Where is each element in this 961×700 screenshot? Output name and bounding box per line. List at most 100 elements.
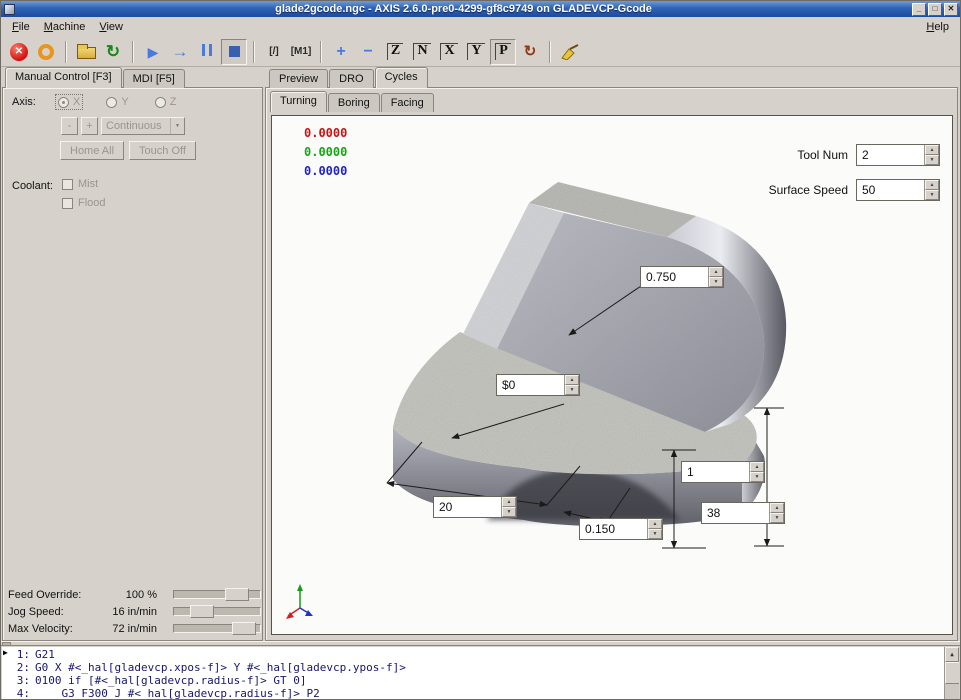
axis-y-radio[interactable]: Y [104, 95, 130, 109]
spin-down-button[interactable]: ▼ [648, 529, 662, 539]
estop-button[interactable]: ✕ [6, 39, 32, 65]
tab-manual-control[interactable]: Manual Control [F3] [5, 67, 122, 88]
gcode-line[interactable]: 4: G3 F300 J #<_hal[gladevcp.radius-f]> … [2, 687, 959, 699]
zoom-in-button[interactable]: + [328, 39, 354, 65]
gcode-line[interactable]: 1: G21 [2, 648, 959, 661]
spin-down-button[interactable]: ▼ [709, 277, 723, 287]
slider-trough[interactable] [173, 607, 261, 616]
spin-up-button[interactable]: ▲ [925, 145, 939, 155]
minimize-button[interactable]: _ [912, 2, 926, 16]
splitter-grip[interactable] [2, 642, 11, 646]
slider-handle[interactable] [225, 588, 249, 601]
machine-power-button[interactable] [33, 39, 59, 65]
spin-value[interactable]: $0 [497, 375, 564, 395]
tab-mdi[interactable]: MDI [F5] [122, 69, 185, 88]
tool-num-label: Tool Num [797, 148, 848, 162]
cycle-spinbox-depth[interactable]: 0.750 ▲ ▼ [640, 266, 724, 288]
spin-down-button[interactable]: ▼ [770, 513, 784, 523]
cycle-spinbox-feed[interactable]: 0.150 ▲ ▼ [579, 518, 663, 540]
view-z-button[interactable]: Z [382, 39, 408, 65]
gcode-line[interactable]: 2: G0 X #<_hal[gladevcp.xpos-f]> Y #<_hal… [2, 661, 959, 674]
maximize-button[interactable]: □ [928, 2, 942, 16]
jog-plus-button[interactable]: + [81, 117, 98, 135]
open-file-button[interactable] [73, 39, 99, 65]
rotate-icon: ↻ [523, 43, 537, 60]
slider-handle[interactable] [190, 605, 214, 618]
tab-cycles[interactable]: Cycles [374, 67, 428, 88]
toolbar-separator [320, 40, 322, 63]
stop-button[interactable] [221, 38, 247, 65]
cycle-spinbox-diameter[interactable]: 38 ▲ ▼ [701, 502, 785, 524]
spin-value[interactable]: 0.150 [580, 519, 647, 539]
spin-up-button[interactable]: ▲ [770, 503, 784, 513]
gcode-scrollbar[interactable]: ▲ [944, 647, 959, 699]
spin-value[interactable]: 20 [434, 497, 501, 517]
horizontal-splitter[interactable] [1, 641, 960, 646]
zoom-out-button[interactable]: − [355, 39, 381, 65]
tab-dro[interactable]: DRO [329, 69, 374, 88]
spin-up-button[interactable]: ▲ [925, 180, 939, 190]
spin-up-button[interactable]: ▲ [648, 519, 662, 529]
menu-view[interactable]: View [92, 18, 130, 36]
estop-icon: ✕ [10, 42, 28, 61]
spin-down-button[interactable]: ▼ [502, 507, 516, 517]
zoom-in-icon: + [336, 42, 346, 60]
scroll-up-button[interactable]: ▲ [945, 647, 959, 662]
jog-minus-button[interactable]: - [61, 117, 78, 135]
spin-down-button[interactable]: ▼ [750, 472, 764, 482]
spin-value[interactable]: 38 [702, 503, 769, 523]
touch-off-button[interactable]: Touch Off [129, 141, 196, 160]
menu-help[interactable]: Help [919, 18, 956, 36]
tab-preview[interactable]: Preview [269, 69, 329, 88]
spin-up-button[interactable]: ▲ [750, 462, 764, 472]
tab-turning[interactable]: Turning [270, 91, 327, 112]
tab-facing[interactable]: Facing [380, 93, 434, 112]
spin-up-button[interactable]: ▲ [709, 267, 723, 277]
scrollbar-thumb[interactable] [945, 662, 959, 684]
view-perspective-button[interactable]: P [490, 38, 516, 65]
step-button[interactable]: → [167, 39, 193, 65]
cycle-spinbox-stepover[interactable]: 1 ▲ ▼ [681, 461, 765, 483]
surface-speed-spinbox[interactable]: 50 ▲ ▼ [856, 179, 940, 201]
menu-machine[interactable]: Machine [37, 18, 93, 36]
menu-file[interactable]: File [5, 18, 37, 36]
pause-button[interactable] [194, 39, 220, 65]
gcode-line[interactable]: 3: 0100 if [#<_hal[gladevcp.radius-f]> GT… [2, 674, 959, 687]
spin-value[interactable]: 0.750 [641, 267, 708, 287]
cycle-spinbox-length[interactable]: 20 ▲ ▼ [433, 496, 517, 518]
tab-boring[interactable]: Boring [327, 93, 380, 112]
spin-down-button[interactable]: ▼ [925, 190, 939, 200]
jog-mode-combobox[interactable]: Continuous ▼ [101, 117, 185, 135]
spin-value[interactable]: 1 [682, 462, 749, 482]
spin-up-button[interactable]: ▲ [565, 375, 579, 385]
reload-button[interactable]: ↻ [100, 39, 126, 65]
spin-buttons: ▲ ▼ [564, 375, 579, 395]
close-button[interactable]: ✕ [944, 2, 958, 16]
clear-plot-button[interactable] [557, 39, 583, 65]
spin-value[interactable]: 50 [857, 180, 924, 200]
coolant-row: Coolant: Mist Flood [12, 178, 106, 216]
axis-x-radio[interactable]: X [54, 94, 84, 110]
spin-down-button[interactable]: ▼ [925, 155, 939, 165]
max-velocity-slider[interactable] [173, 621, 261, 636]
view-z-rotated-button[interactable]: N [409, 39, 435, 65]
mist-checkbox[interactable]: Mist [62, 178, 106, 190]
rotate-view-button[interactable]: ↻ [517, 39, 543, 65]
home-all-button[interactable]: Home All [60, 141, 125, 160]
spin-down-button[interactable]: ▼ [565, 385, 579, 395]
block-delete-button[interactable]: [/] [261, 39, 287, 65]
view-x-button[interactable]: X [436, 39, 462, 65]
jog-speed-label: Jog Speed: [8, 606, 64, 618]
flood-checkbox[interactable]: Flood [62, 197, 106, 209]
spin-value[interactable]: 2 [857, 145, 924, 165]
optional-stop-button[interactable]: [M1] [288, 39, 314, 65]
cycle-spinbox-angle[interactable]: $0 ▲ ▼ [496, 374, 580, 396]
spin-up-button[interactable]: ▲ [502, 497, 516, 507]
axis-z-radio[interactable]: Z [153, 95, 179, 109]
view-y-button[interactable]: Y [463, 39, 489, 65]
jog-speed-slider[interactable] [173, 604, 261, 619]
run-button[interactable]: ▶ [140, 39, 166, 65]
tool-num-spinbox[interactable]: 2 ▲ ▼ [856, 144, 940, 166]
feed-override-slider[interactable] [173, 587, 261, 602]
slider-handle[interactable] [232, 622, 256, 635]
